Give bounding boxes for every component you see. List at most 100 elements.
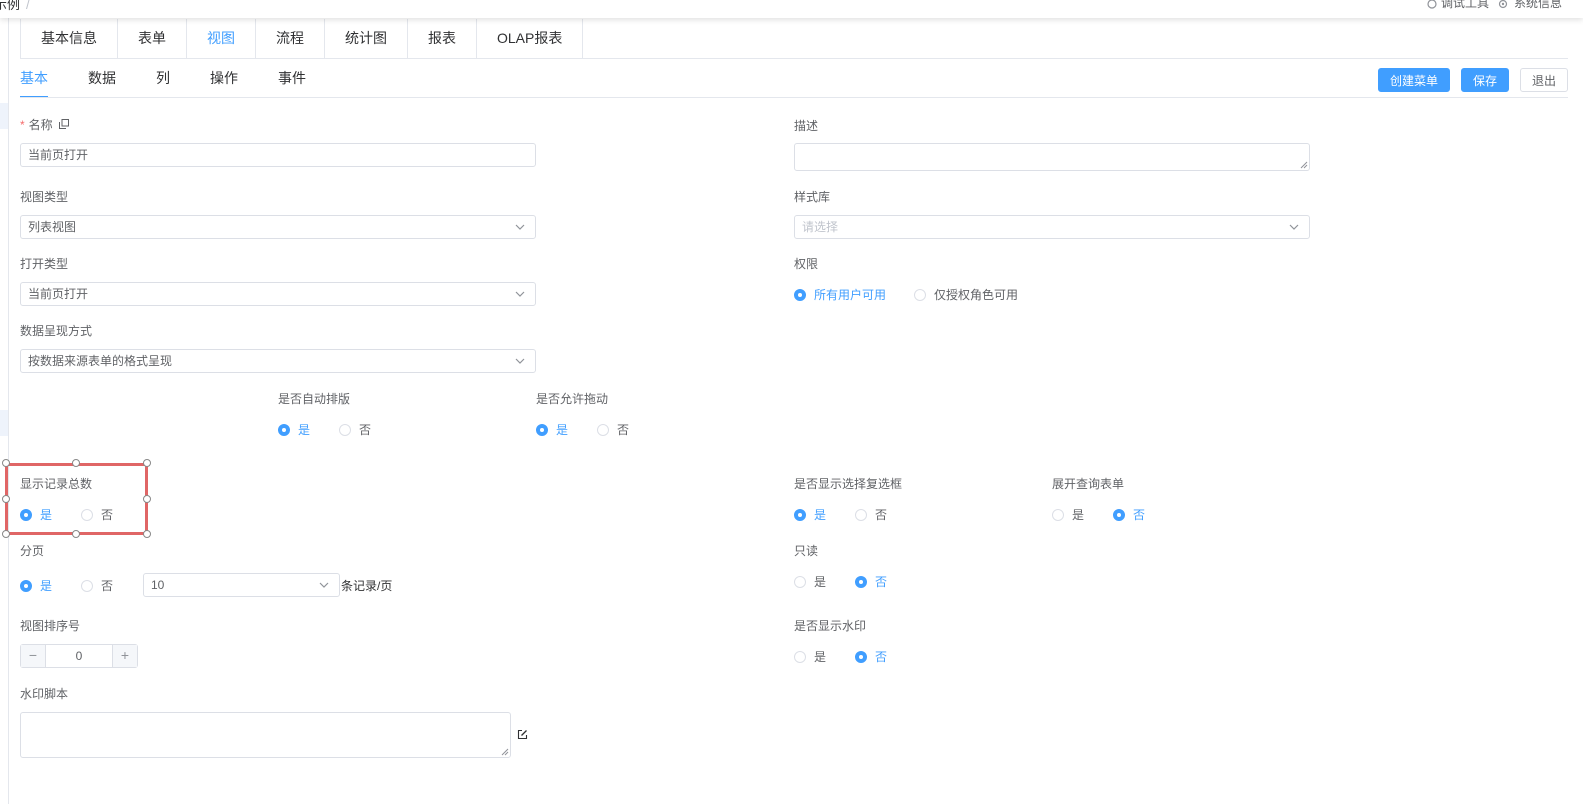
auto-layout-no-radio[interactable]: 否	[339, 421, 371, 438]
create-menu-button[interactable]: 创建菜单	[1378, 68, 1451, 92]
open-type-select[interactable]: 当前页打开	[20, 282, 536, 306]
tab-olap-report[interactable]: OLAP报表	[477, 19, 582, 58]
sidebar-marker	[0, 103, 8, 129]
radio-dot	[536, 423, 548, 436]
allow-drag-yes-radio[interactable]: 是	[536, 421, 568, 438]
radio-dot	[1052, 508, 1064, 521]
style-lib-label: 样式库	[794, 190, 831, 204]
view-type-value: 列表视图	[28, 220, 77, 234]
resize-grip-icon[interactable]	[501, 748, 509, 756]
data-presentation-select[interactable]: 按数据来源表单的格式呈现	[20, 349, 536, 373]
radio-label: 否	[359, 423, 372, 437]
show-checkbox-no-radio[interactable]: 否	[855, 506, 887, 523]
show-checkbox-yes-radio[interactable]: 是	[794, 506, 826, 523]
tab-basic-info[interactable]: 基本信息	[21, 19, 118, 58]
allow-drag-label: 是否允许拖动	[536, 392, 609, 406]
copy-icon[interactable]	[59, 119, 70, 129]
expand-query-yes-radio[interactable]: 是	[1052, 506, 1084, 523]
expand-query-label: 展开查询表单	[1052, 477, 1125, 491]
radio-dot	[339, 423, 351, 436]
radio-dot	[794, 650, 806, 663]
decrement-button[interactable]: −	[21, 645, 46, 667]
debug-tool-link[interactable]: 调试工具	[1427, 0, 1489, 11]
allow-drag-no-radio[interactable]: 否	[597, 421, 629, 438]
radio-label: 是	[1072, 508, 1085, 522]
page-size-value: 10	[151, 578, 165, 592]
tab-view[interactable]: 视图	[187, 19, 256, 58]
readonly-no-radio[interactable]: 否	[855, 573, 887, 590]
watermark-script-label: 水印脚本	[20, 687, 69, 701]
required-mark: *	[20, 118, 25, 132]
radio-dot	[794, 288, 806, 301]
permission-authorized-roles-radio[interactable]: 仅授权角色可用	[914, 286, 1018, 303]
main-tabs: 基本信息 表单 视图 流程 统计图 报表 OLAP报表	[20, 19, 584, 59]
tab-flow[interactable]: 流程	[256, 19, 325, 58]
resize-handle[interactable]	[2, 495, 10, 503]
open-type-label: 打开类型	[20, 257, 69, 271]
resize-handle[interactable]	[2, 459, 10, 467]
style-lib-placeholder: 请选择	[802, 220, 839, 234]
breadcrumb-current[interactable]: 示例	[0, 0, 20, 12]
radio-label: 否	[1133, 508, 1146, 522]
radio-dot	[81, 579, 93, 592]
sub-tabs-divider	[20, 97, 1568, 98]
auto-layout-yes-radio[interactable]: 是	[278, 421, 310, 438]
left-divider	[8, 18, 9, 804]
description-textarea[interactable]	[794, 143, 1310, 171]
chevron-down-icon	[1289, 224, 1299, 230]
subtab-operations[interactable]: 操作	[210, 60, 238, 96]
tab-report[interactable]: 报表	[408, 19, 477, 58]
readonly-yes-radio[interactable]: 是	[794, 573, 826, 590]
radio-label: 是	[40, 579, 53, 593]
top-bar: 示例 / 调试工具 系统信息	[0, 0, 1583, 18]
name-input[interactable]: 当前页打开	[20, 143, 536, 167]
show-checkbox-label: 是否显示选择复选框	[794, 477, 903, 491]
show-watermark-yes-radio[interactable]: 是	[794, 648, 826, 665]
save-button[interactable]: 保存	[1461, 68, 1510, 92]
chevron-down-icon	[515, 224, 525, 230]
view-type-label: 视图类型	[20, 190, 69, 204]
pagination-yes-radio[interactable]: 是	[20, 577, 52, 594]
sort-no-label: 视图排序号	[20, 619, 81, 633]
main-tabs-divider	[20, 58, 1568, 59]
pagination-no-radio[interactable]: 否	[81, 577, 113, 594]
subtab-columns[interactable]: 列	[156, 60, 170, 96]
radio-dot	[855, 508, 867, 521]
view-type-select[interactable]: 列表视图	[20, 215, 536, 239]
data-presentation-label: 数据呈现方式	[20, 324, 93, 338]
sort-no-input[interactable]: 0	[46, 645, 112, 667]
exit-button[interactable]: 退出	[1520, 68, 1569, 92]
radio-dot	[278, 423, 290, 436]
resize-handle[interactable]	[2, 530, 10, 538]
resize-handle[interactable]	[143, 459, 151, 467]
system-info-link[interactable]: 系统信息	[1498, 0, 1562, 11]
subtab-basic[interactable]: 基本	[20, 60, 48, 98]
subtab-events[interactable]: 事件	[278, 60, 306, 96]
show-watermark-no-radio[interactable]: 否	[855, 648, 887, 665]
resize-handle[interactable]	[72, 459, 80, 467]
style-lib-select[interactable]: 请选择	[794, 215, 1310, 239]
watermark-script-textarea[interactable]	[20, 712, 511, 758]
tab-form[interactable]: 表单	[118, 19, 187, 58]
resize-handle[interactable]	[72, 530, 80, 538]
permission-all-users-radio[interactable]: 所有用户可用	[794, 286, 886, 303]
page-size-unit: 条记录/页	[341, 579, 393, 593]
expand-query-no-radio[interactable]: 否	[1113, 506, 1145, 523]
edit-icon[interactable]	[517, 729, 528, 740]
tab-statistics-chart[interactable]: 统计图	[325, 19, 408, 58]
chevron-down-icon	[319, 582, 329, 588]
radio-dot	[855, 650, 867, 663]
radio-label: 否	[875, 575, 888, 589]
breadcrumb[interactable]: 示例 /	[0, 0, 30, 13]
resize-handle[interactable]	[143, 530, 151, 538]
pagination-label: 分页	[20, 544, 45, 558]
subtab-data[interactable]: 数据	[88, 60, 116, 96]
resize-grip-icon[interactable]	[1300, 161, 1308, 169]
system-info-label: 系统信息	[1514, 0, 1563, 10]
increment-button[interactable]: +	[112, 645, 137, 667]
auto-layout-label: 是否自动排版	[278, 392, 351, 406]
page-size-select[interactable]: 10	[143, 573, 340, 597]
resize-handle[interactable]	[143, 495, 151, 503]
radio-label: 是	[298, 423, 311, 437]
radio-dot	[794, 508, 806, 521]
